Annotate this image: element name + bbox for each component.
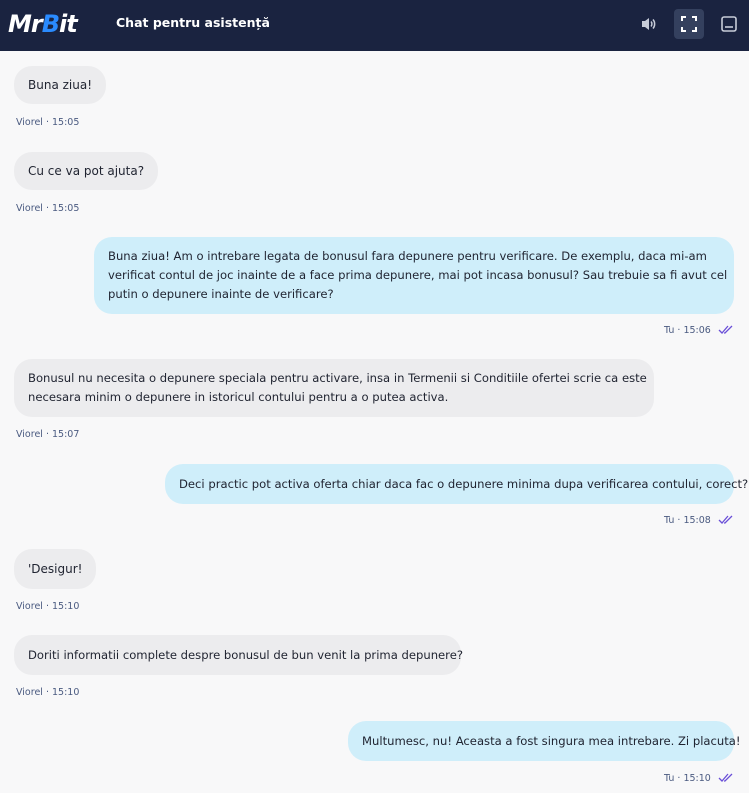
message-user: Deci practic pot activa oferta chiar dac… xyxy=(165,464,748,504)
message-meta: Tu · 15:06 xyxy=(664,325,711,336)
mrbit-logo: MrBit xyxy=(8,10,78,38)
message-meta: Viorel · 15:10 xyxy=(16,601,80,612)
message-line: verificat contul de joc inainte de a fac… xyxy=(108,268,728,282)
message-bubble: Doriti informatii complete despre bonusu… xyxy=(14,635,463,675)
message-user: Buna ziua! Am o intrebare legata de bonu… xyxy=(94,237,734,314)
message-bubble: 'Desigur! xyxy=(14,549,97,589)
read-receipt-icon xyxy=(718,325,733,334)
message-bubble: Cu ce va pot ajuta? xyxy=(14,152,159,190)
sound-button[interactable] xyxy=(634,9,664,39)
message-agent: Buna ziua! xyxy=(14,66,107,104)
chat-header: MrBit Chat pentru asistență xyxy=(0,0,749,51)
message-bubble: Buna ziua! Am o intrebare legata de bonu… xyxy=(94,237,734,314)
read-receipt-icon xyxy=(718,515,733,524)
message-agent: 'Desigur! xyxy=(14,549,97,589)
message-bubble: Deci practic pot activa oferta chiar dac… xyxy=(165,464,748,504)
message-bubble: Bonusul nu necesita o depunere speciala … xyxy=(14,359,654,417)
fullscreen-icon xyxy=(681,16,697,32)
fullscreen-button[interactable] xyxy=(674,9,704,39)
minimize-button[interactable] xyxy=(714,9,744,39)
read-receipt-icon xyxy=(718,773,733,782)
message-agent: Bonusul nu necesita o depunere speciala … xyxy=(14,359,654,417)
message-bubble: Buna ziua! xyxy=(14,66,107,104)
message-line: Buna ziua! Am o intrebare legata de bonu… xyxy=(108,249,707,263)
message-line: necesara minim o depunere in istoricul c… xyxy=(28,390,449,404)
message-line: Bonusul nu necesita o depunere speciala … xyxy=(28,371,647,385)
message-meta: Viorel · 15:10 xyxy=(16,687,80,698)
message-meta: Viorel · 15:05 xyxy=(16,203,80,214)
message-meta: Viorel · 15:07 xyxy=(16,429,80,440)
message-meta: Tu · 15:08 xyxy=(664,515,711,526)
message-agent: Doriti informatii complete despre bonusu… xyxy=(14,635,463,675)
message-meta: Viorel · 15:05 xyxy=(16,117,80,128)
speaker-icon xyxy=(642,18,656,30)
message-line: putin o depunere inainte de verificare? xyxy=(108,287,334,301)
message-agent: Cu ce va pot ajuta? xyxy=(14,152,159,190)
message-user: Multumesc, nu! Aceasta a fost singura me… xyxy=(348,721,741,761)
message-bubble: Multumesc, nu! Aceasta a fost singura me… xyxy=(348,721,741,761)
message-meta: Tu · 15:10 xyxy=(664,773,711,784)
chat-title: Chat pentru asistență xyxy=(116,15,270,30)
minimize-icon xyxy=(721,16,737,32)
